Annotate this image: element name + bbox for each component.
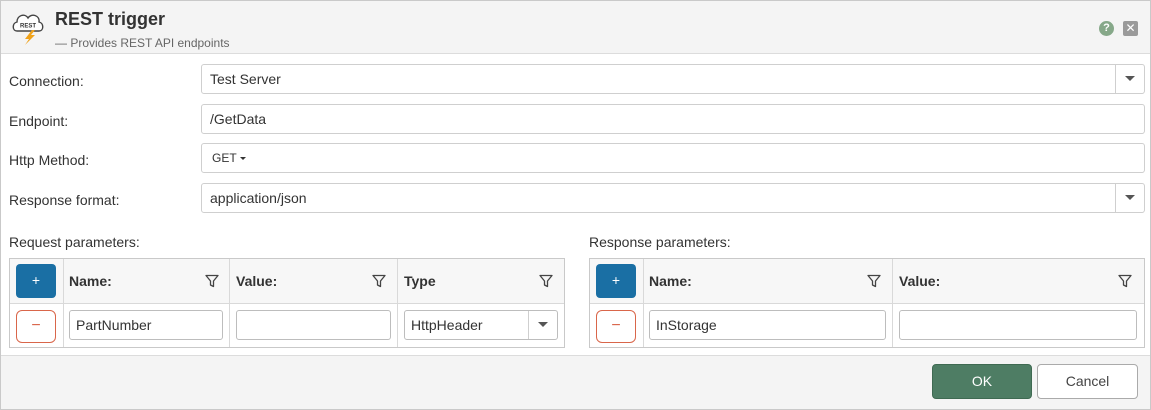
column-divider xyxy=(229,259,230,347)
chevron-down-icon xyxy=(1125,195,1135,200)
dialog-header: REST REST trigger — Provides REST API en… xyxy=(1,1,1150,54)
filter-icon[interactable] xyxy=(539,274,553,288)
connection-value: Test Server xyxy=(210,71,281,87)
endpoint-value: /GetData xyxy=(210,111,267,127)
connection-label: Connection: xyxy=(9,73,84,89)
response-parameters-grid: + Name: Value: − InStorage xyxy=(589,258,1145,348)
chevron-down-icon xyxy=(1125,76,1135,81)
rest-logo-icon: REST xyxy=(12,14,44,45)
param-type-select[interactable]: HttpHeader xyxy=(404,310,558,340)
column-header-type[interactable]: Type xyxy=(404,273,436,289)
column-divider xyxy=(63,259,64,347)
response-format-select[interactable]: application/json xyxy=(201,183,1145,213)
help-icon[interactable]: ? xyxy=(1099,21,1114,36)
caret-down-icon xyxy=(239,157,246,161)
endpoint-input[interactable]: /GetData xyxy=(201,104,1145,134)
request-parameters-grid: + Name: Value: Type − PartNumber HttpHea… xyxy=(9,258,565,348)
endpoint-label: Endpoint: xyxy=(9,113,69,129)
response-format-value: application/json xyxy=(210,190,307,206)
connection-dropdown-button[interactable] xyxy=(1115,65,1144,93)
chevron-down-icon xyxy=(538,322,548,327)
column-header-value[interactable]: Value: xyxy=(899,273,940,289)
response-format-label: Response format: xyxy=(9,192,120,208)
rest-trigger-dialog: REST REST trigger — Provides REST API en… xyxy=(0,0,1151,410)
response-format-dropdown-button[interactable] xyxy=(1115,184,1144,212)
add-response-param-button[interactable]: + xyxy=(596,264,636,298)
dialog-subtitle: — Provides REST API endpoints xyxy=(55,36,230,50)
response-name-value: InStorage xyxy=(656,317,717,333)
delete-response-param-button[interactable]: − xyxy=(596,310,636,343)
connection-select[interactable]: Test Server xyxy=(201,64,1145,94)
dialog-footer: OK Cancel xyxy=(1,355,1150,409)
param-value-input[interactable] xyxy=(236,310,391,340)
ok-button[interactable]: OK xyxy=(932,364,1032,399)
param-name-input[interactable]: PartNumber xyxy=(69,310,223,340)
column-header-value[interactable]: Value: xyxy=(236,273,277,289)
response-name-input[interactable]: InStorage xyxy=(649,310,886,340)
param-type-value: HttpHeader xyxy=(411,317,483,333)
column-header-name[interactable]: Name: xyxy=(649,273,692,289)
http-method-field: GET xyxy=(201,143,1145,173)
add-request-param-button[interactable]: + xyxy=(16,264,56,298)
filter-icon[interactable] xyxy=(372,274,386,288)
param-type-dropdown-button[interactable] xyxy=(528,311,557,339)
filter-icon[interactable] xyxy=(205,274,219,288)
response-parameters-label: Response parameters: xyxy=(589,234,731,250)
http-method-label: Http Method: xyxy=(9,152,90,168)
filter-icon[interactable] xyxy=(867,274,881,288)
http-method-value: GET xyxy=(212,151,237,165)
request-parameters-label: Request parameters: xyxy=(9,234,140,250)
column-divider xyxy=(892,259,893,347)
svg-text:REST: REST xyxy=(20,24,36,30)
param-name-value: PartNumber xyxy=(76,317,152,333)
filter-icon[interactable] xyxy=(1118,274,1132,288)
close-icon[interactable]: ✕ xyxy=(1123,21,1138,36)
column-header-name[interactable]: Name: xyxy=(69,273,112,289)
column-divider xyxy=(397,259,398,347)
delete-request-param-button[interactable]: − xyxy=(16,310,56,343)
column-divider xyxy=(643,259,644,347)
dialog-title: REST trigger xyxy=(55,9,166,29)
http-method-dropdown[interactable]: GET xyxy=(212,151,246,165)
cancel-button[interactable]: Cancel xyxy=(1037,364,1138,399)
response-value-input[interactable] xyxy=(899,310,1137,340)
